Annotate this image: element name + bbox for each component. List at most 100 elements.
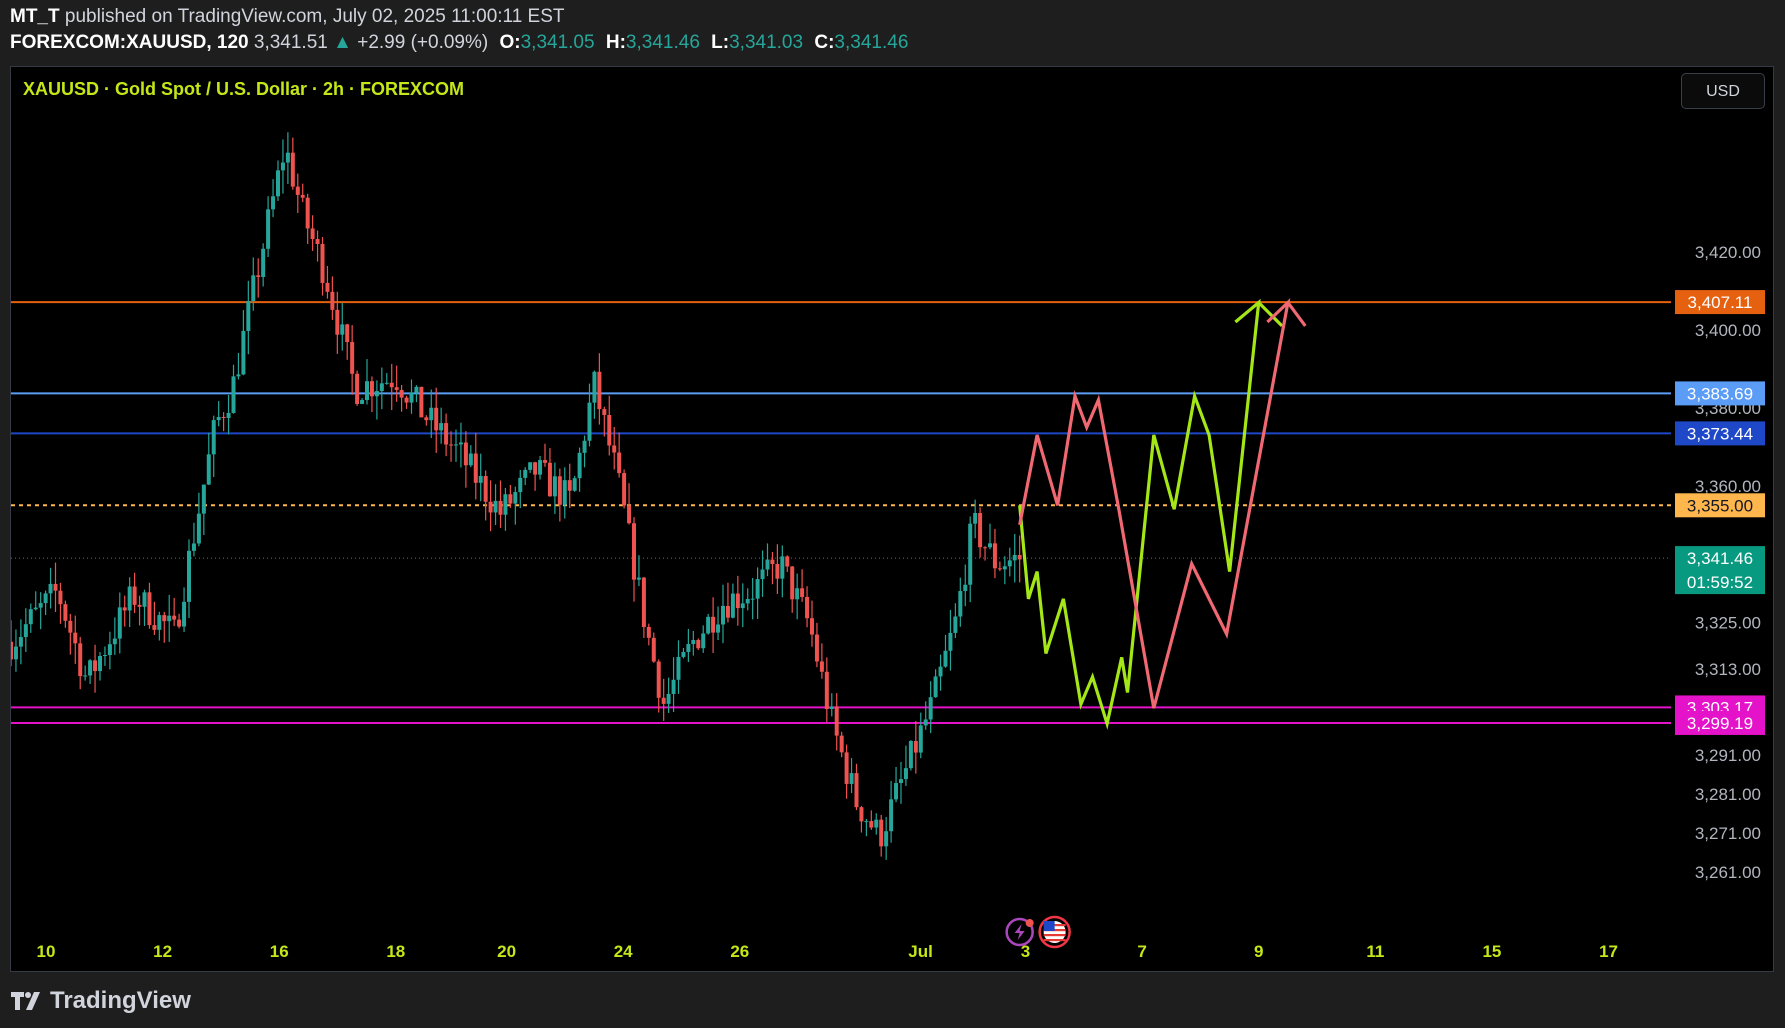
candle-body	[68, 620, 73, 633]
candle-body	[908, 741, 913, 769]
chart-pane[interactable]: 3,420.00 3,400.00 3,380.00 3,360.00 3,325.00…	[10, 66, 1774, 972]
candle-body	[869, 821, 874, 828]
candle-body	[201, 484, 206, 514]
y-tick-label: 3,291.00	[1695, 746, 1761, 765]
us-flag-event-icon	[1038, 915, 1071, 949]
chart-legend[interactable]: XAUUSD · Gold Spot / U.S. Dollar · 2h · …	[23, 79, 464, 100]
candle-body	[928, 697, 933, 720]
candle-body	[191, 543, 196, 551]
x-tick-label: 10	[37, 942, 56, 961]
level-price-tag-5: 3,299.19	[1687, 714, 1753, 733]
candle-body	[434, 407, 439, 431]
candle-body	[463, 442, 468, 466]
candle-body	[859, 807, 864, 822]
candle-body	[538, 460, 543, 475]
candle-body	[236, 374, 241, 377]
candle-body	[973, 513, 978, 524]
candle-body	[780, 556, 785, 579]
candle-body	[251, 275, 256, 301]
candle-body	[503, 494, 508, 515]
candle-body	[38, 603, 43, 608]
candle-body	[755, 579, 760, 599]
high-value: 3,341.46	[625, 32, 700, 53]
brand-name[interactable]: TradingView	[50, 987, 191, 1015]
candle-body	[449, 444, 454, 446]
candle-body	[167, 615, 172, 622]
candle-body	[384, 382, 389, 384]
candle-body	[107, 644, 112, 656]
candle-body	[88, 660, 93, 676]
candle-body	[894, 782, 899, 800]
candle-body	[340, 324, 345, 335]
candle-body	[716, 624, 721, 633]
candle-body	[656, 661, 661, 698]
candle-body	[607, 415, 612, 446]
candle-body	[641, 577, 646, 627]
candle-body	[13, 646, 18, 660]
candle-body	[785, 556, 790, 567]
currency-button[interactable]: USD	[1681, 73, 1765, 109]
candle-body	[350, 342, 355, 374]
candle-body	[127, 586, 132, 611]
candle-body	[518, 477, 523, 493]
candle-body	[97, 655, 102, 672]
candle-body	[602, 409, 607, 416]
candle-body	[300, 194, 305, 198]
candle-body	[612, 445, 617, 453]
candle-body	[172, 615, 177, 620]
last-price: 3,341.51	[253, 32, 328, 53]
level-price-tag-1: 3,383.69	[1687, 384, 1753, 403]
candle-body	[849, 773, 854, 784]
publisher-name[interactable]: MT_T	[10, 6, 60, 27]
projection-path-0	[1018, 298, 1284, 730]
x-tick-label: 15	[1482, 942, 1501, 961]
candle-body	[305, 197, 310, 229]
chart-canvas[interactable]: 3,420.003,400.003,380.003,360.003,325.00…	[11, 67, 1773, 971]
candle-body	[186, 550, 191, 602]
candle-body	[567, 480, 572, 491]
close-value: 3,341.46	[834, 32, 909, 53]
candle-body	[636, 577, 641, 580]
candle-body	[978, 513, 983, 548]
candle-body	[444, 423, 449, 445]
candle-body	[809, 618, 814, 635]
candle-body	[28, 609, 33, 625]
candle-body	[577, 452, 582, 479]
y-tick-label: 3,325.00	[1695, 613, 1761, 632]
candle-body	[923, 719, 928, 726]
candle-body	[285, 152, 290, 163]
candle-body	[137, 604, 142, 607]
candle-body	[819, 661, 824, 672]
candle-body	[552, 476, 557, 497]
candle-body	[824, 671, 829, 710]
candle-body	[948, 632, 953, 651]
x-tick-label: 20	[497, 942, 516, 961]
publish-line: MT_T published on TradingView.com, July …	[10, 6, 565, 28]
candle-body	[523, 469, 528, 478]
candle-body	[696, 639, 701, 649]
candle-body	[439, 423, 444, 431]
candle-body	[513, 492, 518, 504]
candle-body	[241, 330, 246, 375]
candle-body	[43, 593, 48, 604]
candle-body	[157, 615, 162, 630]
candle-body	[686, 644, 691, 652]
candle-body	[152, 625, 157, 630]
candle-body	[360, 400, 365, 404]
candle-body	[671, 679, 676, 694]
y-tick-label: 3,360.00	[1695, 477, 1761, 496]
candle-body	[355, 373, 360, 404]
candle-body	[533, 462, 538, 475]
candle-body	[414, 386, 419, 393]
candle-body	[720, 605, 725, 625]
tradingview-logo-icon[interactable]	[10, 990, 44, 1012]
candle-body	[681, 651, 686, 657]
candle-body	[938, 666, 943, 677]
x-tick-label: 9	[1254, 942, 1263, 961]
candle-body	[196, 513, 201, 544]
candle-body	[918, 725, 923, 753]
candle-body	[839, 735, 844, 753]
candle-body	[631, 523, 636, 580]
candle-body	[617, 452, 622, 474]
candle-body	[23, 624, 28, 638]
